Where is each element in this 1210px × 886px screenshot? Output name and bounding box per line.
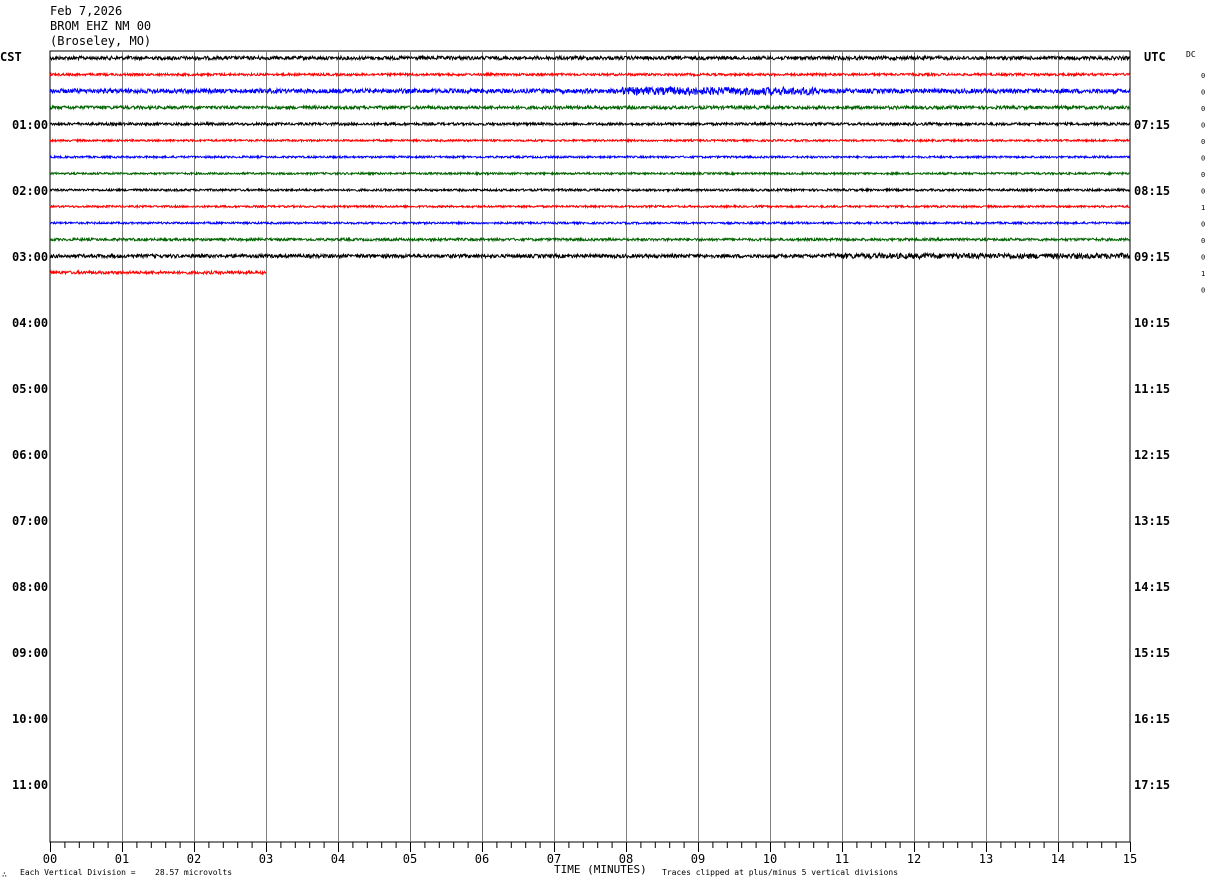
dc-value: 0 — [1201, 171, 1205, 179]
right-hour-label: 16:15 — [1134, 712, 1170, 726]
left-hour-label: 02:00 — [12, 184, 48, 198]
left-hour-label: 09:00 — [12, 646, 48, 660]
x-tick-label: 13 — [979, 852, 993, 866]
dc-value: 0 — [1201, 122, 1205, 130]
right-hour-label: 12:15 — [1134, 448, 1170, 462]
x-tick-label: 09 — [691, 852, 705, 866]
corner-mark: ∴ — [2, 870, 7, 879]
dc-value: 0 — [1201, 105, 1205, 113]
right-hour-label: 09:15 — [1134, 250, 1170, 264]
left-hour-label: 08:00 — [12, 580, 48, 594]
right-hour-label: 10:15 — [1134, 316, 1170, 330]
seismic-trace-row-3 — [49, 104, 1131, 112]
seismic-trace-row-8 — [49, 187, 1131, 193]
right-hour-label: 17:15 — [1134, 778, 1170, 792]
x-tick-label: 02 — [187, 852, 201, 866]
x-tick-label: 15 — [1123, 852, 1137, 866]
dc-value: 0 — [1201, 254, 1205, 262]
left-hour-label: 07:00 — [12, 514, 48, 528]
x-tick-label: 11 — [835, 852, 849, 866]
seismic-trace-row-13 — [49, 269, 267, 276]
seismic-trace-row-7 — [49, 170, 1131, 177]
x-tick-label: 01 — [115, 852, 129, 866]
seismic-trace-row-11 — [49, 236, 1131, 243]
x-tick-label: 05 — [403, 852, 417, 866]
x-tick-label: 04 — [331, 852, 345, 866]
dc-value: 1 — [1201, 270, 1205, 278]
right-hour-label: 11:15 — [1134, 382, 1170, 396]
division-value: 28.57 microvolts — [155, 868, 233, 877]
clip-note: Traces clipped at plus/minus 5 vertical … — [662, 868, 899, 877]
seismic-trace-row-0 — [49, 54, 1131, 62]
right-hour-label: 15:15 — [1134, 646, 1170, 660]
seismic-trace-row-5 — [49, 137, 1131, 144]
seismic-trace-row-12 — [49, 251, 1131, 261]
seismic-trace-row-10 — [49, 220, 1131, 226]
x-tick-label: 00 — [43, 852, 57, 866]
seismic-trace-row-4 — [49, 120, 1131, 128]
plot-frame — [49, 50, 1131, 843]
left-hour-label: 11:00 — [12, 778, 48, 792]
right-hour-label: 08:15 — [1134, 184, 1170, 198]
x-tick-label: 03 — [259, 852, 273, 866]
left-hour-label: 04:00 — [12, 316, 48, 330]
right-hour-label: 07:15 — [1134, 118, 1170, 132]
dc-value: 0 — [1201, 287, 1205, 295]
dc-value: 0 — [1201, 138, 1205, 146]
left-hour-label: 01:00 — [12, 118, 48, 132]
division-label: Each Vertical Division = — [20, 868, 136, 877]
dc-value: 0 — [1201, 89, 1205, 97]
left-hour-label: 05:00 — [12, 382, 48, 396]
x-axis-label: TIME (MINUTES) — [554, 863, 647, 876]
dc-value: 0 — [1201, 72, 1205, 80]
seismic-trace-row-1 — [49, 71, 1131, 78]
dc-value: 0 — [1201, 188, 1205, 196]
dc-value: 0 — [1201, 237, 1205, 245]
seismic-trace-row-9 — [49, 203, 1131, 210]
helicorder-chart: 00 01 02 03 04 05 06 07 08 09 10 11 12 13 14 1501:0002:… — [12, 50, 1205, 866]
x-tick-label: 12 — [907, 852, 921, 866]
seismic-trace-row-2 — [49, 85, 1131, 97]
left-hour-label: 10:00 — [12, 712, 48, 726]
left-hour-label: 03:00 — [12, 250, 48, 264]
dc-value: 0 — [1201, 221, 1205, 229]
dc-value: 1 — [1201, 204, 1205, 212]
x-tick-label: 14 — [1051, 852, 1065, 866]
dc-value: 0 — [1201, 155, 1205, 163]
seismic-trace-row-6 — [49, 154, 1131, 160]
right-hour-label: 14:15 — [1134, 580, 1170, 594]
right-hour-label: 13:15 — [1134, 514, 1170, 528]
x-tick-label: 06 — [475, 852, 489, 866]
left-hour-label: 06:00 — [12, 448, 48, 462]
x-tick-label: 10 — [763, 852, 777, 866]
